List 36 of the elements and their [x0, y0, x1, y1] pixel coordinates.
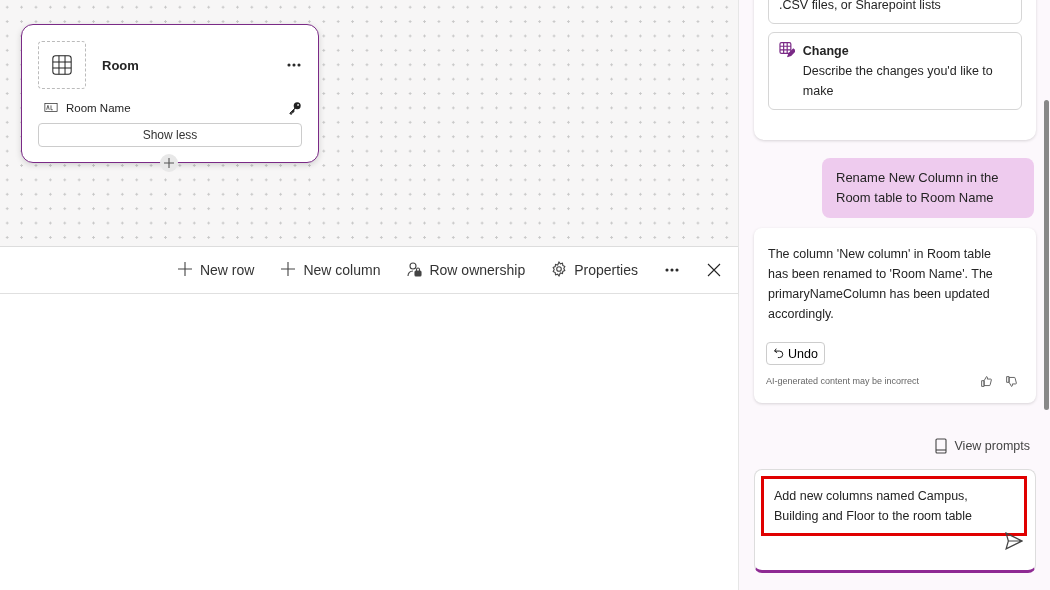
- toolbar-button[interactable]: Properties: [551, 260, 638, 280]
- undo-button[interactable]: Undo: [766, 342, 825, 365]
- view-prompts-button[interactable]: View prompts: [926, 437, 1036, 455]
- disclaimer: AI-generated content may be incorrect: [766, 375, 921, 388]
- table-card[interactable]: Room Room Name Show less: [21, 24, 319, 163]
- table-edit-icon: [779, 41, 795, 58]
- column-name: Room Name: [66, 102, 132, 114]
- toolbar-button[interactable]: New row: [176, 260, 255, 280]
- person-lock-icon: [406, 260, 423, 277]
- highlight-frame: Add new columns named Campus, Building and Floor to the room table: [761, 476, 1027, 536]
- add-button[interactable]: [160, 154, 178, 172]
- thumbs-up-icon: [980, 374, 993, 388]
- undo-icon: [773, 347, 786, 360]
- suggestion-description: .CSV files, or Sharepoint lists: [779, 0, 941, 12]
- plus-icon: [280, 260, 297, 277]
- settings-icon: [551, 260, 568, 277]
- suggestion-card[interactable]: .CSV files, or Sharepoint lists: [768, 0, 1022, 24]
- suggestion-description: Describe the changes you'd like to make: [802, 64, 993, 98]
- suggestion-card[interactable]: Change Describe the changes you'd like to make: [768, 32, 1022, 110]
- assistant-message: The column 'New column' in Room table has been renamed to 'Room Name'. The primaryNameColumn has been updated accordingly.: [768, 246, 994, 323]
- text-field-icon: [44, 101, 58, 115]
- suggestion-title: Change: [802, 43, 850, 60]
- book-icon: [932, 438, 949, 454]
- thumbs-down-icon: [1005, 374, 1018, 388]
- send-icon: [1005, 532, 1023, 550]
- close-icon: [706, 262, 722, 278]
- prompt-input-field[interactable]: Add new columns named Campus, Building and Floor to the room table: [754, 469, 1036, 573]
- table-grid-icon: [51, 54, 73, 76]
- table-title: Room: [102, 57, 140, 73]
- scrollbar[interactable]: [1044, 100, 1049, 410]
- plus-icon: [176, 260, 193, 277]
- user-message: Rename New Column in the Room table to Room Name: [822, 158, 1034, 218]
- toolbar-button[interactable]: Row ownership: [406, 260, 526, 280]
- toolbar-button[interactable]: New column: [280, 260, 381, 280]
- plus-icon: [163, 157, 175, 169]
- show-less-button[interactable]: Show less: [38, 123, 302, 147]
